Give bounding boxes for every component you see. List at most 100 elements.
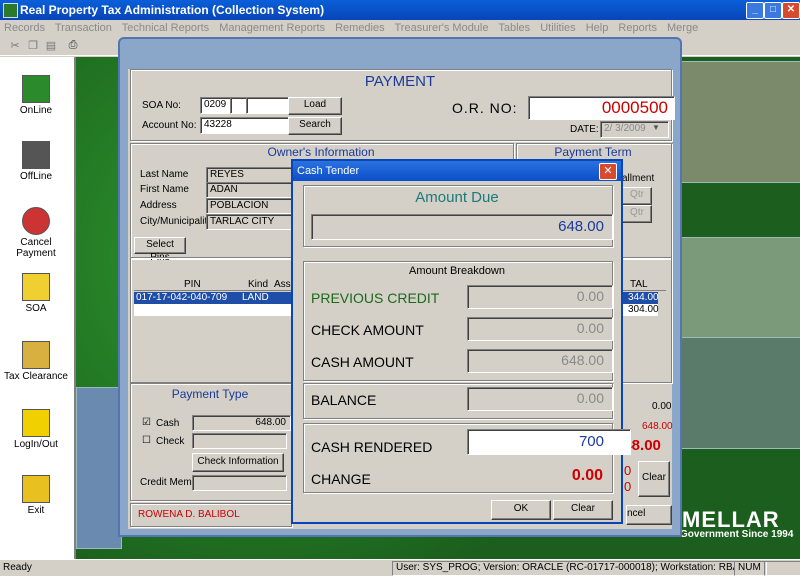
photo-hall bbox=[76, 387, 122, 549]
search-button[interactable]: Search bbox=[288, 117, 342, 135]
city-label: City/Municipality bbox=[140, 216, 213, 227]
cancel-payment-icon bbox=[22, 207, 50, 235]
last-name-field[interactable]: REYES bbox=[206, 167, 301, 183]
menu-technical-reports[interactable]: Technical Reports bbox=[122, 22, 209, 34]
cash-rendered-input[interactable]: 700 bbox=[467, 429, 631, 455]
check-information-button[interactable]: Check Information bbox=[192, 453, 284, 472]
address-field[interactable]: POBLACION bbox=[206, 198, 301, 214]
status-ready: Ready bbox=[3, 562, 32, 573]
col-kind[interactable]: Kind bbox=[248, 279, 268, 290]
minimize-button[interactable]: _ bbox=[746, 2, 764, 19]
exit-icon bbox=[22, 475, 50, 503]
sidebar: OnLine OffLine Cancel Payment SOA Tax Cl… bbox=[0, 57, 76, 559]
offline-icon bbox=[22, 141, 50, 169]
print-icon[interactable]: ⎙ bbox=[66, 39, 80, 52]
sidebar-item-label: OffLine bbox=[19, 171, 53, 182]
copy-icon[interactable]: ❐ bbox=[26, 39, 40, 52]
sidebar-item-label: Tax Clearance bbox=[4, 371, 68, 382]
menu-remedies[interactable]: Remedies bbox=[335, 22, 385, 34]
right-red-mark: 0 bbox=[624, 463, 632, 478]
row-kind: LAND bbox=[242, 292, 269, 303]
cancel-button[interactable]: ncel bbox=[626, 505, 672, 525]
cash-label: Cash bbox=[156, 418, 180, 429]
chevron-down-icon[interactable]: ▼ bbox=[652, 123, 660, 132]
payment-title: PAYMENT bbox=[364, 73, 436, 90]
cash-tender-dialog: Cash Tender ✕ Amount Due 648.00 Amount B… bbox=[291, 159, 631, 524]
amount-due-field[interactable]: 648.00 bbox=[311, 214, 613, 240]
menu-transaction[interactable]: Transaction bbox=[55, 22, 112, 34]
installment-label: allment bbox=[622, 173, 655, 184]
row-pin: 017-17-042-040-709 bbox=[136, 292, 228, 303]
soa-field[interactable]: 0209 bbox=[200, 97, 233, 114]
credit-memo-label: Credit Memo bbox=[140, 477, 198, 488]
cut-icon[interactable]: ✂ bbox=[8, 39, 22, 52]
login-icon bbox=[22, 409, 50, 437]
account-label: Account No: bbox=[142, 120, 197, 131]
ok-button[interactable]: OK bbox=[491, 500, 551, 520]
close-icon[interactable]: ✕ bbox=[599, 163, 617, 180]
right-big-clip: 648.00 bbox=[625, 437, 671, 455]
maximize-button[interactable]: □ bbox=[764, 2, 782, 19]
check-amount-field[interactable]: 0.00 bbox=[467, 317, 613, 341]
check-amount-field[interactable] bbox=[192, 433, 287, 449]
sidebar-item-soa[interactable]: SOA bbox=[0, 273, 72, 314]
account-field[interactable]: 43228 bbox=[200, 117, 291, 134]
clear-tender-button[interactable]: Clear bbox=[553, 500, 613, 520]
col-pin[interactable]: PIN bbox=[184, 279, 201, 290]
check-label: Check bbox=[156, 436, 185, 447]
sidebar-item-label: OnLine bbox=[19, 105, 53, 116]
status-empty bbox=[764, 561, 800, 576]
app-title-bar: Real Property Tax Administration (Collec… bbox=[0, 0, 800, 20]
sidebar-item-login[interactable]: LogIn/Out bbox=[0, 409, 72, 450]
right-red-mark-2: 0 bbox=[624, 479, 632, 494]
breakdown-title: Amount Breakdown bbox=[409, 265, 505, 277]
sidebar-item-online[interactable]: OnLine bbox=[0, 75, 72, 116]
cash-amount-field[interactable]: 648.00 bbox=[192, 415, 291, 431]
paste-icon[interactable]: ▤ bbox=[44, 39, 58, 52]
previous-credit-field[interactable]: 0.00 bbox=[467, 285, 613, 309]
check-amount-label: CHECK AMOUNT bbox=[311, 322, 424, 338]
menu-merge[interactable]: Merge bbox=[667, 22, 698, 34]
city-field[interactable]: TARLAC CITY bbox=[206, 214, 301, 230]
row-total-1: 344.00 bbox=[628, 292, 659, 303]
sidebar-item-offline[interactable]: OffLine bbox=[0, 141, 72, 182]
first-name-field[interactable]: ADAN bbox=[206, 182, 301, 198]
cash-tender-title: Cash Tender bbox=[297, 165, 360, 177]
soa-field-3[interactable] bbox=[246, 97, 291, 114]
menu-utilities[interactable]: Utilities bbox=[540, 22, 575, 34]
cash-amount-label: CASH AMOUNT bbox=[311, 354, 414, 370]
or-number-field[interactable]: 0000500 bbox=[528, 96, 675, 120]
load-button[interactable]: Load bbox=[288, 97, 342, 115]
status-bar: Ready User: SYS_PROG; Version: ORACLE (R… bbox=[0, 559, 800, 576]
change-value: 0.00 bbox=[571, 467, 603, 484]
balance-field[interactable]: 0.00 bbox=[467, 387, 613, 411]
col-total[interactable]: TAL bbox=[630, 279, 648, 290]
amount-due-title: Amount Due bbox=[415, 189, 499, 206]
previous-credit-label: PREVIOUS CREDIT bbox=[311, 290, 440, 306]
credit-memo-field[interactable] bbox=[192, 475, 287, 491]
check-checkbox[interactable]: ☐ bbox=[142, 435, 151, 446]
menu-treasurers-module[interactable]: Treasurer's Module bbox=[394, 22, 488, 34]
sidebar-item-tax-clearance[interactable]: Tax Clearance bbox=[0, 341, 72, 382]
close-app-button[interactable]: ✕ bbox=[782, 2, 800, 19]
qtr-button-2[interactable]: Qtr bbox=[622, 205, 652, 223]
menu-tables[interactable]: Tables bbox=[498, 22, 530, 34]
app-title: Real Property Tax Administration (Collec… bbox=[20, 3, 325, 17]
address-label: Address bbox=[140, 200, 177, 211]
cash-checkbox[interactable]: ☑ bbox=[142, 417, 151, 428]
select-pins-button[interactable]: Select Pins bbox=[134, 237, 186, 263]
menu-bar: Records Transaction Technical Reports Ma… bbox=[0, 20, 800, 36]
owner-title: Owner's Information bbox=[267, 145, 375, 159]
cash-amount-field[interactable]: 648.00 bbox=[467, 349, 613, 373]
status-num: NUM bbox=[734, 561, 767, 576]
menu-reports[interactable]: Reports bbox=[618, 22, 657, 34]
menu-records[interactable]: Records bbox=[4, 22, 45, 34]
brand-tagline: Government Since 1994 bbox=[680, 529, 794, 540]
qtr-button-1[interactable]: Qtr bbox=[622, 187, 652, 205]
cashier-name: ROWENA D. BALIBOL bbox=[138, 509, 240, 520]
sidebar-item-cancel-payment[interactable]: Cancel Payment bbox=[0, 207, 72, 259]
clear-button[interactable]: Clear bbox=[638, 461, 670, 497]
menu-help[interactable]: Help bbox=[586, 22, 609, 34]
menu-management-reports[interactable]: Management Reports bbox=[219, 22, 325, 34]
sidebar-item-exit[interactable]: Exit bbox=[0, 475, 72, 516]
